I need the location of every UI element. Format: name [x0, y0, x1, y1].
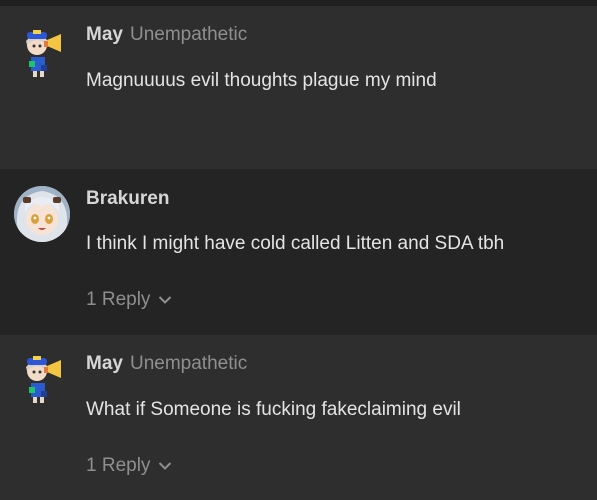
chibi-megaphone-avatar [26, 30, 61, 77]
replies-toggle-button[interactable]: 1 Reply [86, 455, 172, 477]
post-meta: May Unempathetic [86, 24, 247, 46]
username[interactable]: Brakuren [86, 188, 169, 209]
chevron-down-icon [158, 461, 172, 471]
post-body: What if Someone is fucking fakeclaiming … [86, 399, 461, 420]
chevron-down-icon [158, 295, 172, 305]
post-body: Magnuuuus evil thoughts plague my mind [86, 70, 437, 91]
replies-count: 1 Reply [86, 289, 151, 310]
anime-girl-avatar [14, 186, 70, 242]
username[interactable]: May [86, 353, 123, 374]
replies-count: 1 Reply [86, 455, 151, 476]
post: May Unempathetic What if Someone is fucki… [0, 335, 597, 500]
post-meta: May Unempathetic [86, 353, 247, 375]
user-title: Unempathetic [129, 353, 248, 374]
replies-toggle-button[interactable]: 1 Reply [86, 289, 172, 311]
chibi-megaphone-avatar [26, 356, 61, 403]
avatar[interactable] [13, 21, 71, 79]
avatar[interactable] [13, 347, 71, 405]
username[interactable]: May [86, 24, 123, 45]
post-meta: Brakuren [86, 188, 169, 210]
post-body: I think I might have cold called Litten … [86, 233, 505, 254]
post: May Unempathetic Magnuuuus evil thoughts … [0, 6, 597, 169]
user-title: Unempathetic [129, 24, 248, 45]
avatar[interactable] [13, 185, 71, 243]
post: Brakuren I think I might have cold calle… [0, 169, 597, 335]
topic-thread: May Unempathetic Magnuuuus evil thoughts … [0, 0, 597, 500]
